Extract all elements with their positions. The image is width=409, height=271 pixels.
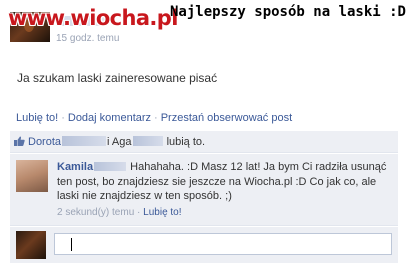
post-action-bar: Lubię to! · Dodaj komentarz · Przestań obser… <box>10 108 398 130</box>
post-timestamp[interactable]: 15 godz. temu <box>56 33 119 44</box>
thumbs-up-icon <box>14 136 25 146</box>
comment-timestamp[interactable]: 2 sekund(y) temu <box>57 207 134 218</box>
blurred-commenter-surname <box>94 162 127 171</box>
meme-caption: Najlepszy sposób na laski :D <box>169 4 406 20</box>
site-watermark: www.wiocha.pl <box>8 6 178 30</box>
commenter-avatar[interactable] <box>16 160 48 192</box>
unfollow-link[interactable]: Przestań obserwować post <box>161 112 292 124</box>
text-caret <box>71 238 72 251</box>
separator: · <box>61 112 65 124</box>
likes-joiner: i Aga <box>107 136 132 148</box>
comment-body: Kamila Hahahaha. :D Masz 12 lat! Ja bym … <box>57 160 387 204</box>
like-link[interactable]: Lubię to! <box>16 112 58 124</box>
comment-author[interactable]: Kamila <box>57 161 93 173</box>
blurred-liker-surname <box>132 136 163 146</box>
likes-summary: Dorota i Aga lubią to. <box>10 131 398 153</box>
blurred-liker-surname <box>62 136 107 146</box>
separator: · <box>154 112 158 124</box>
add-comment-link[interactable]: Dodaj komentarz <box>68 112 151 124</box>
comment-meta: 2 sekund(y) temu · Lubię to! <box>57 207 182 218</box>
reply-composer <box>10 227 398 263</box>
comment-input[interactable] <box>54 233 392 255</box>
comment-like-link[interactable]: Lubię to! <box>143 207 181 218</box>
post-body: Ja szukam laski zaineresowane pisać <box>17 71 218 85</box>
comment-item: Kamila Hahahaha. :D Masz 12 lat! Ja bym … <box>10 154 398 226</box>
liker-name[interactable]: Dorota <box>28 136 61 148</box>
likes-suffix: lubią to. <box>166 136 206 148</box>
current-user-avatar <box>16 231 46 259</box>
